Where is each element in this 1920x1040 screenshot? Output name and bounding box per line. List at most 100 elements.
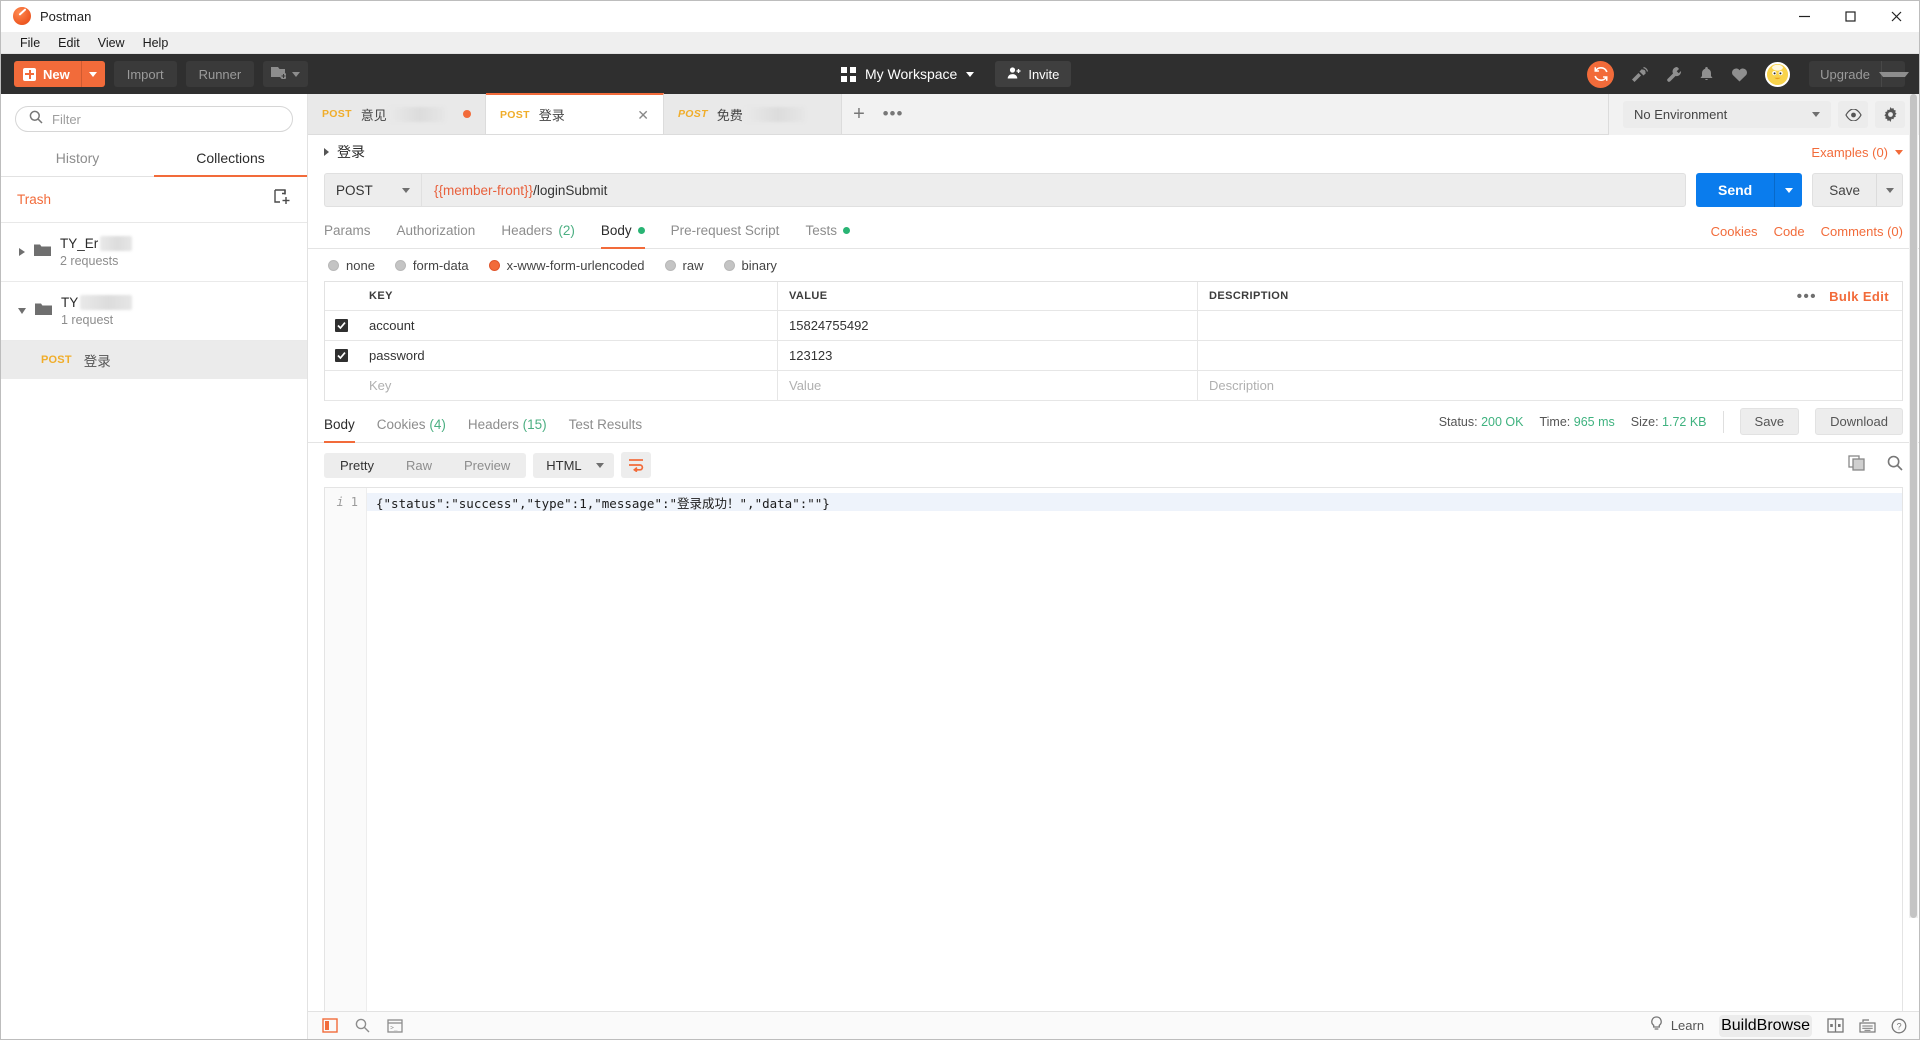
- body-type-none[interactable]: none: [328, 258, 375, 273]
- url-input[interactable]: {{member-front}}/loginSubmit: [421, 173, 1686, 207]
- maximize-icon[interactable]: [1827, 1, 1873, 32]
- table-row[interactable]: password 123123: [325, 340, 1902, 371]
- search-icon[interactable]: [355, 1018, 370, 1033]
- wrap-lines-icon[interactable]: [620, 452, 651, 478]
- main-scrollbar[interactable]: [1909, 94, 1918, 918]
- menu-item-edit[interactable]: Edit: [49, 33, 89, 53]
- plus-icon[interactable]: +: [842, 94, 876, 134]
- tab-params[interactable]: Params: [324, 217, 371, 248]
- viewer-mode-preview[interactable]: Preview: [448, 453, 526, 478]
- param-key[interactable]: password: [358, 340, 778, 371]
- console-icon[interactable]: >_: [387, 1018, 403, 1033]
- param-key[interactable]: account: [358, 310, 778, 341]
- close-icon[interactable]: [1873, 1, 1919, 32]
- chevron-down-icon[interactable]: [18, 308, 26, 314]
- examples-dropdown[interactable]: Examples (0): [1811, 145, 1903, 160]
- param-description[interactable]: [1198, 341, 1902, 371]
- param-value[interactable]: 15824755492: [778, 310, 1198, 341]
- sidebar-tab-collections[interactable]: Collections: [154, 142, 307, 177]
- new-dropdown-arrow[interactable]: [80, 61, 105, 87]
- more-options-icon[interactable]: •••: [876, 94, 910, 134]
- more-options-icon[interactable]: •••: [1797, 289, 1817, 304]
- tab-tests[interactable]: Tests: [805, 217, 850, 248]
- body-type-binary[interactable]: binary: [723, 258, 777, 273]
- method-selector[interactable]: POST: [324, 173, 421, 207]
- request-tab-active[interactable]: POST 登录 ✕: [486, 93, 664, 134]
- keyboard-icon[interactable]: [1859, 1018, 1876, 1033]
- minimize-icon[interactable]: [1781, 1, 1827, 32]
- row-checkbox[interactable]: [335, 319, 348, 332]
- sync-icon[interactable]: [1587, 60, 1615, 88]
- response-body-viewer[interactable]: i 1 {"status":"success","type":1,"messag…: [324, 487, 1903, 1011]
- param-value[interactable]: 123123: [778, 340, 1198, 371]
- sidebar-request-item[interactable]: POST 登录: [1, 341, 307, 379]
- upgrade-dropdown-arrow[interactable]: [1878, 61, 1909, 87]
- new-collection-icon[interactable]: [274, 189, 291, 210]
- sidebar-toggle-icon[interactable]: [322, 1018, 338, 1033]
- mode-build[interactable]: Build: [1721, 1017, 1757, 1035]
- tab-authorization[interactable]: Authorization: [397, 217, 476, 248]
- code-link[interactable]: Code: [1774, 224, 1805, 239]
- collection-row[interactable]: TY_Er 2 requests: [1, 223, 307, 282]
- table-row-empty[interactable]: Key Value Description: [325, 370, 1902, 401]
- gear-icon[interactable]: [1875, 101, 1905, 128]
- workspace-selector[interactable]: My Workspace Invite: [841, 54, 1072, 94]
- viewer-mode-pretty[interactable]: Pretty: [324, 452, 390, 478]
- response-tab-cookies[interactable]: Cookies (4): [377, 411, 446, 442]
- response-tab-test-results[interactable]: Test Results: [569, 411, 643, 442]
- new-button[interactable]: New: [14, 61, 105, 87]
- response-tab-body[interactable]: Body: [324, 411, 355, 443]
- avatar[interactable]: [1765, 61, 1791, 87]
- eye-icon[interactable]: [1838, 101, 1868, 128]
- heart-icon[interactable]: [1731, 67, 1748, 82]
- upgrade-button[interactable]: Upgrade: [1809, 61, 1909, 87]
- save-button[interactable]: Save: [1812, 173, 1903, 207]
- row-checkbox[interactable]: [335, 349, 348, 362]
- new-window-button[interactable]: [263, 61, 309, 87]
- response-code[interactable]: {"status":"success","type":1,"message":"…: [367, 488, 1902, 1011]
- response-download-button[interactable]: Download: [1815, 408, 1903, 435]
- bell-icon[interactable]: [1699, 66, 1714, 82]
- search-icon[interactable]: [1887, 455, 1903, 476]
- tab-body[interactable]: Body: [600, 217, 645, 249]
- menu-item-file[interactable]: File: [11, 33, 49, 53]
- param-description-placeholder[interactable]: Description: [1198, 371, 1902, 401]
- tab-pre-request-script[interactable]: Pre-request Script: [671, 217, 780, 248]
- tab-headers[interactable]: Headers (2): [501, 217, 575, 248]
- body-type-form-data[interactable]: form-data: [394, 258, 469, 273]
- trash-row[interactable]: Trash: [1, 177, 307, 223]
- help-icon[interactable]: ?: [1891, 1018, 1907, 1034]
- send-dropdown-arrow[interactable]: [1774, 173, 1802, 207]
- wrench-icon[interactable]: [1666, 66, 1682, 82]
- response-format-selector[interactable]: HTML: [533, 452, 614, 478]
- sidebar-tab-history[interactable]: History: [1, 142, 154, 176]
- two-pane-icon[interactable]: [1827, 1018, 1844, 1033]
- learn-button[interactable]: Learn: [1650, 1016, 1704, 1035]
- param-key-placeholder[interactable]: Key: [358, 370, 778, 401]
- runner-button[interactable]: Runner: [185, 61, 255, 87]
- response-save-button[interactable]: Save: [1739, 408, 1800, 435]
- cookies-link[interactable]: Cookies: [1711, 224, 1758, 239]
- request-tab[interactable]: POST 免费: [664, 94, 842, 134]
- filter-search-box[interactable]: [15, 106, 293, 132]
- satellite-icon[interactable]: [1631, 66, 1649, 82]
- param-description[interactable]: [1198, 311, 1902, 341]
- invite-button[interactable]: Invite: [995, 61, 1072, 87]
- collection-row[interactable]: TY 1 request: [1, 282, 307, 341]
- mode-browse[interactable]: Browse: [1757, 1017, 1810, 1035]
- environment-selector[interactable]: No Environment: [1623, 101, 1831, 128]
- table-row[interactable]: account 15824755492: [325, 310, 1902, 341]
- send-button[interactable]: Send: [1695, 173, 1803, 207]
- bulk-edit-link[interactable]: Bulk Edit: [1829, 289, 1889, 304]
- comments-link[interactable]: Comments (0): [1821, 224, 1903, 239]
- chevron-right-icon[interactable]: [324, 148, 329, 156]
- menu-item-view[interactable]: View: [89, 33, 134, 53]
- save-dropdown-arrow[interactable]: [1876, 174, 1902, 206]
- import-button[interactable]: Import: [113, 61, 177, 87]
- filter-input[interactable]: [52, 111, 279, 127]
- param-value-placeholder[interactable]: Value: [778, 370, 1198, 401]
- copy-icon[interactable]: [1848, 454, 1865, 476]
- menu-item-help[interactable]: Help: [134, 33, 178, 53]
- chevron-right-icon[interactable]: [19, 248, 25, 256]
- viewer-mode-raw[interactable]: Raw: [390, 453, 448, 478]
